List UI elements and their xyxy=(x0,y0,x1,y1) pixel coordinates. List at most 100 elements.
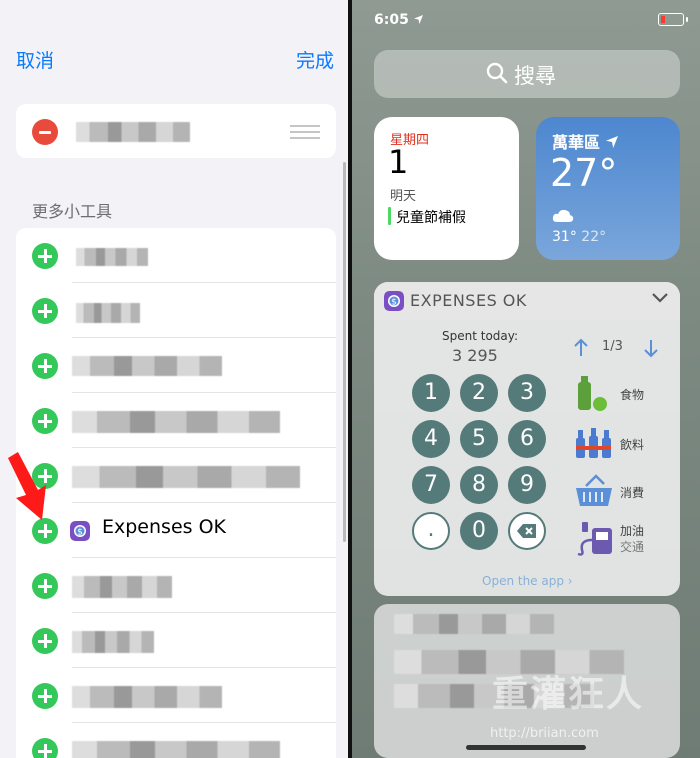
key-2[interactable]: 2 xyxy=(460,374,498,412)
calendar-widget[interactable]: 星期四 1 明天 兒童節補假 xyxy=(374,117,519,260)
watermark: 重灌狂人 xyxy=(492,674,645,715)
key-8[interactable]: 8 xyxy=(460,466,498,504)
add-icon[interactable] xyxy=(32,573,58,599)
blurred-item xyxy=(72,686,222,708)
category-drinks[interactable]: 飲料 xyxy=(574,424,674,464)
key-1[interactable]: 1 xyxy=(412,374,450,412)
backspace-icon xyxy=(517,524,536,538)
list-item[interactable] xyxy=(16,448,336,503)
backspace-key[interactable] xyxy=(508,512,546,550)
done-button[interactable]: 完成 xyxy=(296,46,334,73)
today-view: 6:05 搜尋 星期四 1 明天 兒童節補假 萬華區 27° 31° 22° $… xyxy=(352,0,700,758)
list-item[interactable] xyxy=(16,338,336,393)
calendar-date: 1 xyxy=(388,143,409,181)
list-item[interactable] xyxy=(16,723,336,758)
chevron-down-icon[interactable] xyxy=(652,292,668,304)
list-item-expenses-ok[interactable]: $ Expenses OK xyxy=(16,503,336,558)
food-icon xyxy=(578,376,607,411)
red-arrow-icon xyxy=(8,452,46,520)
add-icon[interactable] xyxy=(32,243,58,269)
weather-temperature: 27° xyxy=(550,151,618,195)
blurred-widget-name xyxy=(76,122,190,142)
weather-range: 31° 22° xyxy=(552,229,607,245)
scrollbar[interactable] xyxy=(343,162,346,542)
add-icon[interactable] xyxy=(32,628,58,654)
cloud-icon xyxy=(552,209,574,222)
basket-icon xyxy=(576,474,612,506)
expenses-ok-app-icon: $ xyxy=(70,521,90,541)
key-0[interactable]: 0 xyxy=(460,512,498,550)
blurred-item xyxy=(72,356,222,376)
add-icon[interactable] xyxy=(32,738,58,758)
cancel-button[interactable]: 取消 xyxy=(16,46,54,73)
arrow-down-icon[interactable] xyxy=(644,338,658,358)
category-label: 飲料 xyxy=(620,438,645,452)
key-6[interactable]: 6 xyxy=(508,420,546,458)
chevron-right-icon: › xyxy=(567,574,573,588)
search-icon xyxy=(486,62,508,84)
battery-icon xyxy=(658,13,684,26)
location-arrow-icon xyxy=(605,136,618,148)
blurred-item xyxy=(394,614,554,634)
watermark-url: http://briian.com xyxy=(490,726,599,741)
key-9[interactable]: 9 xyxy=(508,466,546,504)
weather-widget[interactable]: 萬華區 27° 31° 22° xyxy=(536,117,680,260)
svg-text:$: $ xyxy=(391,298,397,308)
open-app-link[interactable]: Open the app › xyxy=(482,574,573,588)
key-3[interactable]: 3 xyxy=(508,374,546,412)
spent-today-label: Spent today: xyxy=(442,329,519,343)
list-item[interactable] xyxy=(16,558,336,613)
page-indicator: 1/3 xyxy=(602,339,623,354)
location-arrow-icon xyxy=(413,15,423,24)
key-5[interactable]: 5 xyxy=(460,420,498,458)
widget-title: EXPENSES OK xyxy=(410,291,527,310)
add-icon[interactable] xyxy=(32,298,58,324)
arrow-up-icon[interactable] xyxy=(574,338,588,358)
category-label: 消費 xyxy=(620,486,645,500)
home-indicator xyxy=(466,745,586,750)
category-shopping[interactable]: 消費 xyxy=(574,472,674,512)
blurred-item xyxy=(72,411,280,433)
add-icon[interactable] xyxy=(32,683,58,709)
widget-header: $ EXPENSES OK xyxy=(374,282,680,320)
blurred-item xyxy=(76,303,140,323)
key-dot[interactable]: . xyxy=(412,512,450,550)
list-item[interactable] xyxy=(16,613,336,668)
blurred-item xyxy=(72,631,154,653)
calendar-event: 兒童節補假 xyxy=(396,210,466,226)
add-icon[interactable] xyxy=(32,408,58,434)
drinks-icon xyxy=(576,428,611,458)
more-widgets-list: $ Expenses OK xyxy=(16,228,336,758)
key-7[interactable]: 7 xyxy=(412,466,450,504)
list-item[interactable] xyxy=(16,228,336,283)
spent-today-value: 3 295 xyxy=(452,346,498,365)
add-icon[interactable] xyxy=(32,353,58,379)
list-item[interactable] xyxy=(16,393,336,448)
category-label: 加油 xyxy=(620,524,645,538)
weather-city: 萬華區 xyxy=(552,129,618,153)
blurred-item xyxy=(72,466,300,488)
expenses-ok-app-icon: $ xyxy=(384,291,404,311)
section-title: 更多小工具 xyxy=(32,202,113,221)
category-food[interactable]: 食物 xyxy=(574,374,674,414)
blurred-item xyxy=(72,576,172,598)
category-label: 食物 xyxy=(620,388,645,402)
blurred-item xyxy=(72,741,280,758)
search-bar[interactable]: 搜尋 xyxy=(374,50,680,98)
calendar-tomorrow: 明天 xyxy=(390,189,417,204)
list-item[interactable] xyxy=(16,668,336,723)
category-fuel[interactable]: 加油 交通 xyxy=(574,518,674,558)
fuel-icon xyxy=(577,522,612,556)
nav-bar: 取消 完成 xyxy=(0,44,348,76)
expenses-ok-widget: $ EXPENSES OK Spent today: 3 295 1/3 1 2… xyxy=(374,282,680,596)
event-color-bar xyxy=(388,207,391,225)
reorder-handle-icon[interactable] xyxy=(290,125,320,139)
category-sublabel: 交通 xyxy=(620,540,645,554)
key-4[interactable]: 4 xyxy=(412,420,450,458)
remove-icon[interactable] xyxy=(32,119,58,145)
widget-edit-panel: 取消 完成 更多小工具 $ Expenses OK xyxy=(0,0,348,758)
blurred-item xyxy=(76,248,148,266)
status-time: 6:05 xyxy=(374,12,423,28)
list-item[interactable] xyxy=(16,283,336,338)
expenses-ok-label: Expenses OK xyxy=(102,516,226,538)
